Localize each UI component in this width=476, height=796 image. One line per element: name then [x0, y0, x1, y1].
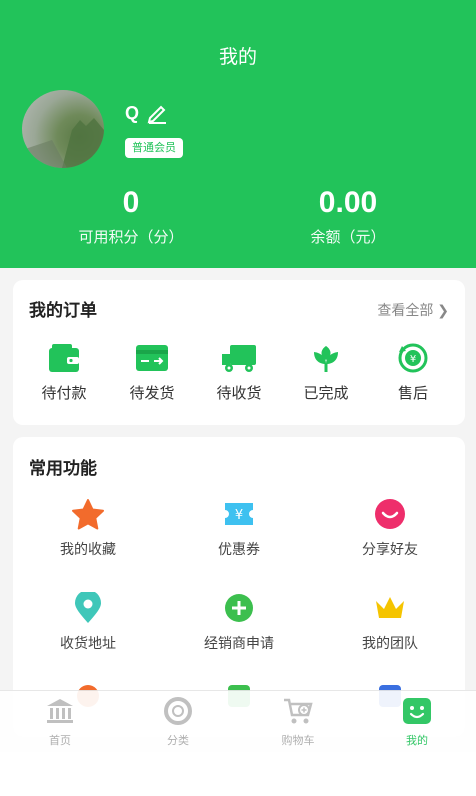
bottom-tab-bar: 首页 分类 购物车 我的: [0, 690, 476, 752]
func-share[interactable]: 分享好友: [315, 498, 465, 559]
points-value: 0: [122, 186, 140, 219]
tab-cart[interactable]: 购物车: [248, 697, 348, 748]
location-icon: [75, 592, 101, 623]
chevron-right-icon: ❯: [437, 302, 449, 318]
tab-label: 分类: [167, 735, 189, 747]
avatar-image: [22, 118, 104, 168]
lifebuoy-icon: [164, 697, 192, 725]
truck-icon: [222, 345, 256, 372]
func-favorites[interactable]: 我的收藏: [13, 498, 163, 559]
svg-text:¥: ¥: [410, 354, 416, 365]
func-address[interactable]: 收货地址: [13, 592, 163, 653]
svg-text:¥: ¥: [235, 508, 243, 523]
view-all-orders-link[interactable]: 查看全部 ❯: [377, 300, 449, 320]
func-label: 分享好友: [362, 541, 418, 557]
order-pending-receipt[interactable]: 待收货: [199, 342, 279, 403]
crown-icon: [376, 597, 404, 618]
smile-icon: [375, 499, 405, 529]
balance-value: 0.00: [318, 186, 378, 219]
plus-circle-icon: [225, 594, 253, 622]
order-completed[interactable]: 已完成: [286, 342, 366, 403]
tab-category[interactable]: 分类: [128, 697, 228, 748]
avatar[interactable]: [22, 90, 104, 168]
order-item-label: 待付款: [41, 385, 87, 402]
flower-icon: [314, 346, 338, 372]
cart-icon: [284, 698, 313, 724]
order-pending-payment[interactable]: 待付款: [24, 342, 104, 403]
bank-icon: [47, 699, 73, 723]
func-label: 我的收藏: [60, 541, 116, 557]
profile-icon: [403, 698, 431, 724]
order-item-label: 售后: [397, 385, 428, 402]
orders-card: 我的订单 查看全部 ❯ 待付款 待发货 待收货 已完成 ¥ 售后: [13, 280, 465, 425]
card-send-icon: [136, 345, 168, 371]
func-label: 我的团队: [362, 635, 418, 651]
func-dealer-apply[interactable]: 经销商申请: [164, 592, 314, 653]
profile-header: 我的 Q 普通会员 0 可用积分（分） 0.00 余额（元）: [0, 0, 476, 268]
username: Q: [125, 103, 140, 123]
func-label: 优惠券: [218, 541, 260, 557]
functions-title: 常用功能: [29, 459, 97, 478]
member-level-badge: 普通会员: [125, 138, 183, 158]
tab-label: 购物车: [281, 735, 315, 747]
points-label: 可用积分（分）: [78, 229, 184, 246]
page-title: 我的: [218, 47, 257, 68]
tab-home[interactable]: 首页: [10, 697, 110, 748]
tab-label: 首页: [49, 735, 71, 747]
tab-profile[interactable]: 我的: [367, 697, 467, 748]
tab-label: 我的: [406, 735, 428, 747]
star-icon: [72, 499, 104, 530]
order-item-label: 待发货: [129, 385, 175, 402]
func-team[interactable]: 我的团队: [315, 592, 465, 653]
wallet-icon: [49, 344, 79, 372]
view-all-label: 查看全部: [377, 302, 434, 318]
points-stat[interactable]: 0 可用积分（分）: [51, 186, 211, 247]
balance-stat[interactable]: 0.00 余额（元）: [268, 186, 428, 247]
func-label: 收货地址: [60, 635, 116, 651]
order-item-label: 待收货: [216, 385, 262, 402]
func-label: 经销商申请: [204, 635, 274, 651]
refund-icon: ¥: [398, 343, 428, 373]
edit-icon[interactable]: [146, 102, 168, 124]
func-coupons[interactable]: ¥ 优惠券: [164, 498, 314, 559]
order-item-label: 已完成: [303, 385, 349, 402]
order-after-sales[interactable]: ¥ 售后: [373, 342, 453, 403]
orders-title: 我的订单: [29, 301, 97, 320]
order-pending-shipment[interactable]: 待发货: [112, 342, 192, 403]
coupon-icon: ¥: [225, 503, 253, 525]
bottom-safe-area: [0, 752, 476, 796]
balance-label: 余额（元）: [310, 229, 386, 246]
